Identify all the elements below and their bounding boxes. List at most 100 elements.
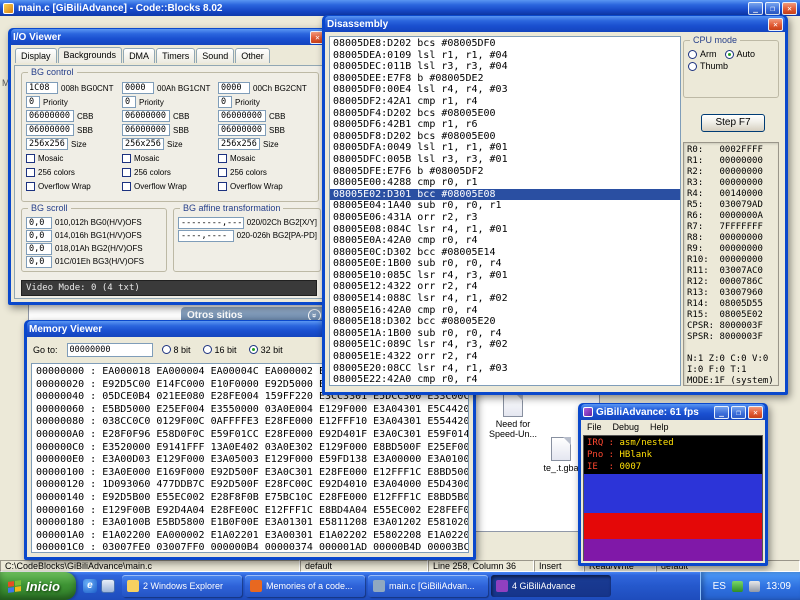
disassembly-line[interactable]: 08005DF0:00E4 lsl r4, r4, #03 (333, 84, 680, 96)
close-button[interactable]: ✕ (782, 2, 797, 15)
disassembly-line[interactable]: 08005DF8:D202 bcs #08005E00 (333, 131, 680, 143)
mosaic-checkbox[interactable] (218, 154, 227, 163)
minimize-button[interactable]: _ (748, 2, 763, 15)
disassembly-line[interactable]: 08005DF6:42B1 cmp r1, r6 (333, 119, 680, 131)
cbb-value[interactable]: 06000000 (26, 110, 74, 122)
close-icon[interactable]: ✕ (768, 18, 783, 31)
bit-width-radio[interactable]: 8 bit (162, 345, 191, 355)
bit-width-radio[interactable]: 32 bit (249, 345, 283, 355)
disassembly-line[interactable]: 08005E20:08CC lsr r4, r1, #03 (333, 363, 680, 375)
radio-icon[interactable] (249, 345, 258, 354)
priority-value[interactable]: 0 (122, 96, 136, 108)
menu-item[interactable]: Help (650, 422, 669, 432)
disassembly-line[interactable]: 08005E02:D301 bcc #08005E08 (330, 189, 680, 201)
cpu-mode-radio[interactable]: Arm (688, 49, 717, 59)
goto-input[interactable] (67, 343, 153, 357)
close-button[interactable]: ✕ (748, 406, 763, 419)
disassembly-line[interactable]: 08005E08:084C lsr r4, r1, #01 (333, 224, 680, 236)
disassembly-line[interactable]: 08005E1C:089C lsr r4, r3, #02 (333, 339, 680, 351)
disassembly-titlebar[interactable]: Disassembly ✕ (325, 16, 785, 32)
disassembly-line[interactable]: 08005DF2:42A1 cmp r1, r4 (333, 96, 680, 108)
menu-item[interactable]: Debug (613, 422, 640, 432)
disassembly-line[interactable]: 08005DFA:0049 lsl r1, r1, #01 (333, 142, 680, 154)
main-titlebar[interactable]: main.c [GiBiliAdvance] - Code::Blocks 8.… (0, 0, 800, 16)
io-viewer-tab[interactable]: Timers (156, 48, 195, 63)
disassembly-line[interactable]: 08005E1A:1B00 sub r0, r0, r4 (333, 328, 680, 340)
bg-scroll-value[interactable]: 0,0 (26, 217, 52, 229)
memory-row[interactable]: 000000E0 : E3A00D03 E129F000 E3A05003 E1… (36, 454, 468, 467)
256colors-checkbox[interactable] (122, 168, 131, 177)
priority-value[interactable]: 0 (218, 96, 232, 108)
memory-row[interactable]: 00000140 : E92D5B00 E55EC002 E28F8F0B E7… (36, 492, 468, 505)
overflow-wrap-checkbox[interactable] (218, 182, 227, 191)
radio-icon[interactable] (725, 50, 734, 59)
show-desktop-icon[interactable] (101, 579, 115, 593)
disassembly-line[interactable]: 08005E18:D302 bcc #08005E20 (333, 316, 680, 328)
disassembly-line[interactable]: 08005E0C:D302 bcc #08005E14 (333, 247, 680, 259)
memory-row[interactable]: 000000C0 : E3520000 E9141FFF 13A0E402 03… (36, 442, 468, 455)
bit-width-radio[interactable]: 16 bit (203, 345, 237, 355)
tray-icon-green[interactable] (732, 581, 743, 592)
start-button[interactable]: Inicio (0, 572, 76, 600)
disassembly-line[interactable]: 08005DE8:D202 bcs #08005DF0 (333, 38, 680, 50)
bgcnt-value[interactable]: 0000 (122, 82, 154, 94)
priority-value[interactable]: 0 (26, 96, 40, 108)
256colors-checkbox[interactable] (218, 168, 227, 177)
disassembly-line[interactable]: 08005DF4:D202 bcs #08005E00 (333, 108, 680, 120)
memory-row[interactable]: 000001A0 : E1A02200 EA000002 E1A02201 E3… (36, 530, 468, 543)
mosaic-checkbox[interactable] (26, 154, 35, 163)
memory-row[interactable]: 00000120 : 1D093060 477DDB7C E92D500F E2… (36, 479, 468, 492)
menu-item[interactable]: File (587, 422, 602, 432)
cpu-mode-radio[interactable]: Auto (725, 49, 756, 59)
clock[interactable]: 13:09 (766, 581, 791, 592)
disassembly-line[interactable]: 08005E10:085C lsr r4, r3, #01 (333, 270, 680, 282)
mosaic-checkbox[interactable] (122, 154, 131, 163)
taskbar-item[interactable]: 2 Windows Explorer (122, 575, 242, 597)
file-item[interactable]: Need for Speed-Un... (481, 393, 545, 439)
size-value[interactable]: 256x256 (218, 138, 260, 150)
radio-icon[interactable] (688, 62, 697, 71)
io-viewer-titlebar[interactable]: I/O Viewer ✕ (11, 29, 327, 45)
disassembly-line[interactable]: 08005E22:42A0 cmp r0, r4 (333, 374, 680, 386)
maximize-button[interactable]: ❐ (765, 2, 780, 15)
disassembly-line[interactable]: 08005E1E:4322 orr r2, r4 (333, 351, 680, 363)
io-viewer-tab[interactable]: DMA (123, 48, 155, 63)
bgcnt-value[interactable]: 1C08 (26, 82, 58, 94)
bg-scroll-value[interactable]: 0,0 (26, 230, 52, 242)
memory-row[interactable]: 00000180 : E3A0100B E5BD5800 E1B0F00E E3… (36, 517, 468, 530)
overflow-wrap-checkbox[interactable] (26, 182, 35, 191)
bgcnt-value[interactable]: 0000 (218, 82, 250, 94)
disassembly-line[interactable]: 08005DFE:E7F6 b #08005DF2 (333, 166, 680, 178)
overflow-wrap-checkbox[interactable] (122, 182, 131, 191)
disassembly-line[interactable]: 08005DEC:011B lsl r3, r3, #04 (333, 61, 680, 73)
io-viewer-tab[interactable]: Other (235, 48, 270, 63)
radio-icon[interactable] (688, 50, 697, 59)
memory-row[interactable]: 00000080 : 038CC0C0 0129F00C 0AFFFFE3 E2… (36, 416, 468, 429)
sbb-value[interactable]: 06000000 (122, 124, 170, 136)
memory-row[interactable]: 00000060 : E5BD5000 E25EF004 E3550000 03… (36, 404, 468, 417)
taskbar-item[interactable]: 4 GiBiliAdvance (491, 575, 611, 597)
disassembly-line[interactable]: 08005E14:088C lsr r4, r1, #02 (333, 293, 680, 305)
radio-icon[interactable] (162, 345, 171, 354)
step-button[interactable]: Step F7 (701, 114, 765, 132)
cbb-value[interactable]: 06000000 (218, 110, 266, 122)
io-viewer-tab[interactable]: Display (15, 48, 57, 63)
cpu-mode-radio[interactable]: Thumb (688, 61, 728, 71)
bg-affine-value[interactable]: ----,---- (178, 230, 234, 242)
io-viewer-tab[interactable]: Backgrounds (58, 47, 123, 63)
size-value[interactable]: 256x256 (26, 138, 68, 150)
radio-icon[interactable] (203, 345, 212, 354)
sbb-value[interactable]: 06000000 (218, 124, 266, 136)
taskbar-item[interactable]: Memories of a code... (245, 575, 365, 597)
memory-row[interactable]: 00000160 : E129F00B E92D4A04 E28FE00C E1… (36, 505, 468, 518)
disassembly-line[interactable]: 08005E00:4288 cmp r0, r1 (333, 177, 680, 189)
disassembly-line[interactable]: 08005DFC:005B lsl r3, r3, #01 (333, 154, 680, 166)
io-viewer-tab[interactable]: Sound (196, 48, 234, 63)
disassembly-line[interactable]: 08005E0E:1B00 sub r0, r0, r4 (333, 258, 680, 270)
tray-icon-gray[interactable] (749, 581, 760, 592)
bg-scroll-value[interactable]: 0,0 (26, 243, 52, 255)
disassembly-line[interactable]: 08005E16:42A0 cmp r0, r4 (333, 305, 680, 317)
disassembly-listing[interactable]: 08005DE8:D202 bcs #08005DF0 08005DEA:010… (329, 36, 681, 386)
disassembly-line[interactable]: 08005DEE:E7F8 b #08005DE2 (333, 73, 680, 85)
disassembly-line[interactable]: 08005E0A:42A0 cmp r0, r4 (333, 235, 680, 247)
